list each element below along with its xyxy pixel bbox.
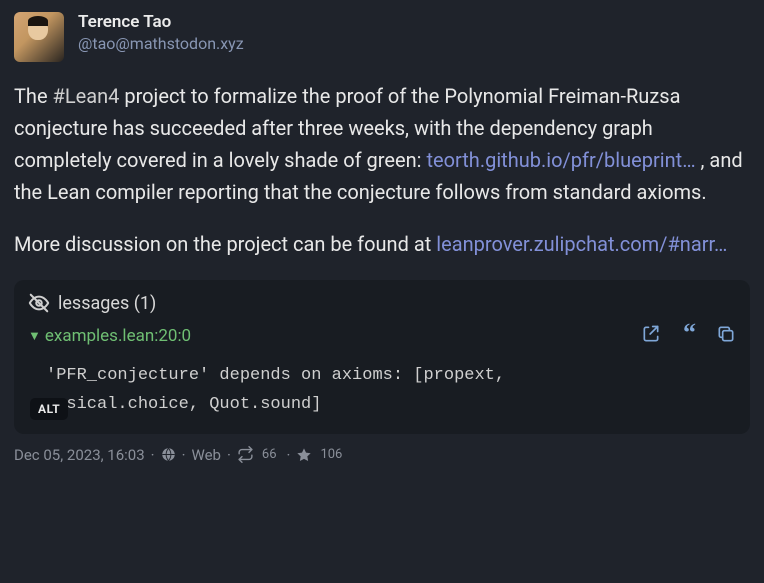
- boost-icon[interactable]: [237, 446, 254, 463]
- quote-icon[interactable]: “: [683, 324, 694, 348]
- avatar[interactable]: [14, 12, 64, 62]
- copy-icon[interactable]: [716, 324, 736, 348]
- display-name[interactable]: Terence Tao: [78, 12, 244, 32]
- disclosure-triangle-icon[interactable]: ▼: [28, 328, 41, 344]
- post-body: The #Lean4 project to formalize the proo…: [14, 80, 750, 260]
- file-location[interactable]: examples.lean:20:0: [45, 326, 191, 346]
- messages-label: lessages (1): [58, 293, 156, 314]
- attachment-card: lessages (1) ▼ examples.lean:20:0 “ 'PFR…: [14, 280, 750, 434]
- star-icon[interactable]: [296, 447, 312, 463]
- code-output: 'PFR_conjecture' depends on axioms: [pro…: [28, 362, 736, 420]
- boost-count: 66: [262, 447, 277, 462]
- hidden-eye-icon: [28, 292, 50, 314]
- code-line: 'PFR_conjecture' depends on axioms: [pro…: [46, 366, 505, 385]
- go-to-file-icon[interactable]: [641, 324, 661, 348]
- post-source: Web: [192, 446, 221, 464]
- body-text: The: [14, 84, 53, 108]
- zulip-link[interactable]: leanprover.zulipchat.com/#narr…: [436, 232, 727, 256]
- code-line: assical.choice, Quot.sound]: [46, 395, 321, 414]
- post-meta: Dec 05, 2023, 16:03 · · Web · 66 · 106: [14, 444, 750, 464]
- alt-badge[interactable]: ALT: [30, 398, 68, 420]
- blueprint-link[interactable]: teorth.github.io/pfr/blueprint…: [426, 148, 695, 172]
- globe-icon: [161, 447, 176, 462]
- user-handle[interactable]: @tao@mathstodon.xyz: [78, 34, 244, 53]
- timestamp[interactable]: Dec 05, 2023, 16:03: [14, 446, 145, 464]
- body-text: More discussion on the project can be fo…: [14, 232, 436, 256]
- hashtag-lean4[interactable]: #Lean4: [53, 84, 120, 108]
- fav-count: 106: [320, 447, 342, 462]
